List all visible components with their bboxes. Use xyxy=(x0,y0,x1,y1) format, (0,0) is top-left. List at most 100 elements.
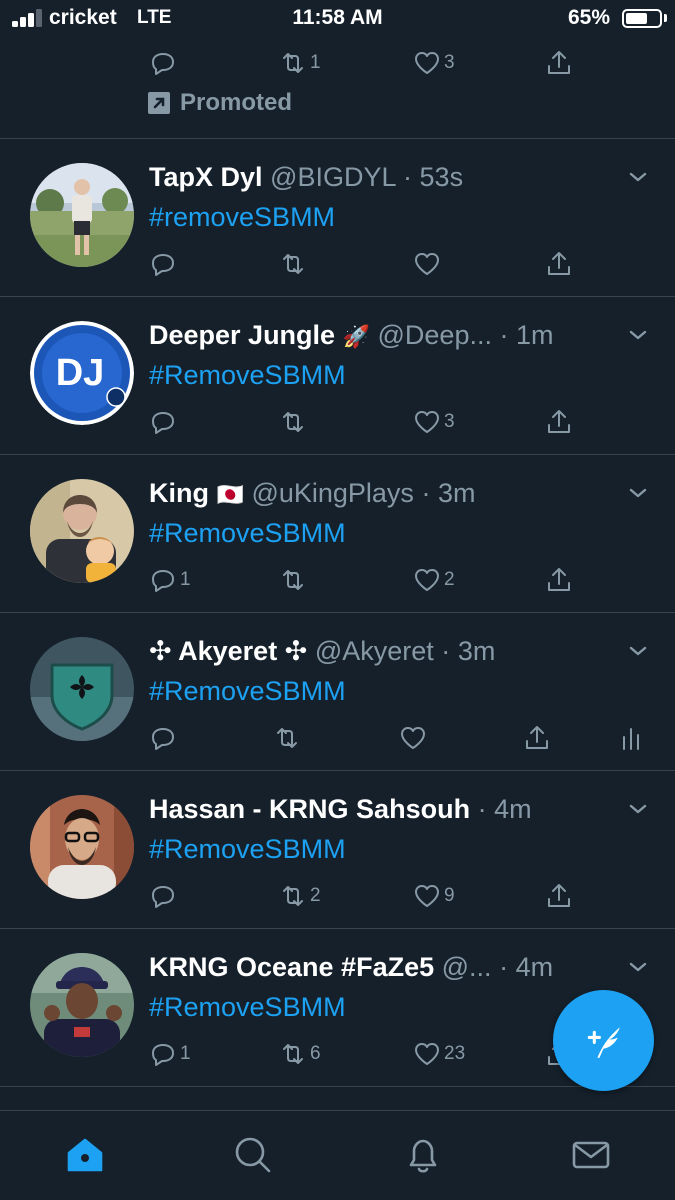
battery-level xyxy=(626,13,647,24)
chevron-down-icon[interactable] xyxy=(626,797,650,821)
like-button[interactable]: 2 xyxy=(412,563,455,597)
share-button[interactable] xyxy=(544,405,574,439)
chevron-down-icon[interactable] xyxy=(626,639,650,663)
user-handle[interactable]: @BIGDYL xyxy=(270,162,395,192)
like-button[interactable]: 23 xyxy=(412,1037,465,1071)
tweet-text-hashtag[interactable]: #RemoveSBMM xyxy=(149,357,346,393)
promoted-indicator: Promoted xyxy=(148,88,292,118)
share-button[interactable] xyxy=(544,879,574,913)
like-count: 2 xyxy=(444,569,455,590)
status-bar: cricket LTE 11:58 AM 65% xyxy=(0,0,675,36)
display-name[interactable]: TapX Dyl xyxy=(149,162,263,192)
like-button[interactable] xyxy=(412,247,444,281)
tweet-age: 3m xyxy=(457,636,496,666)
avatar[interactable] xyxy=(30,795,134,899)
retweet-button[interactable]: 1 xyxy=(278,46,321,80)
tweet-text-hashtag[interactable]: #removeSBMM xyxy=(149,199,335,235)
analytics-button[interactable] xyxy=(616,721,646,755)
japan-flag-emoji: 🇯🇵 xyxy=(216,482,244,507)
search-icon xyxy=(235,1137,271,1173)
tweet-age: 1m xyxy=(516,320,554,350)
user-handle[interactable]: @... xyxy=(442,952,492,982)
reply-button[interactable]: 1 xyxy=(148,1037,191,1071)
retweet-button[interactable]: 6 xyxy=(278,1037,321,1071)
tweet[interactable]: Hassan - KRNG Sahsouh · 4m #RemoveSBMM 2 xyxy=(0,771,675,929)
svg-text:DJ: DJ xyxy=(56,352,105,394)
reply-button[interactable]: 1 xyxy=(148,563,191,597)
retweet-button[interactable] xyxy=(278,563,310,597)
display-name[interactable]: King xyxy=(149,478,209,508)
like-count: 3 xyxy=(444,52,455,73)
display-name[interactable]: KRNG Oceane #FaZe5 xyxy=(149,952,434,982)
avatar[interactable] xyxy=(30,637,134,741)
retweet-arrows-icon xyxy=(283,254,303,274)
share-upload-icon xyxy=(548,51,570,74)
tweet-text-hashtag[interactable]: #RemoveSBMM xyxy=(149,831,346,867)
like-button[interactable]: 3 xyxy=(412,405,455,439)
share-button[interactable] xyxy=(544,46,574,80)
tweet[interactable]: ✣ Akyeret ✣ @Akyeret · 3m #RemoveSBMM xyxy=(0,613,675,771)
user-handle[interactable]: @Deep... xyxy=(378,320,492,350)
chevron-down-icon[interactable] xyxy=(626,165,650,189)
avatar[interactable] xyxy=(30,163,134,267)
share-button[interactable] xyxy=(522,721,552,755)
tweet-header: ✣ Akyeret ✣ @Akyeret · 3m xyxy=(149,636,496,666)
heart-icon xyxy=(401,727,425,749)
tab-home[interactable] xyxy=(63,1133,107,1177)
avatar[interactable] xyxy=(30,953,134,1057)
tab-notifications[interactable] xyxy=(401,1133,445,1177)
reply-button[interactable] xyxy=(148,46,180,80)
heart-icon xyxy=(415,885,439,907)
display-name[interactable]: Deeper Jungle xyxy=(149,320,335,350)
heart-icon xyxy=(415,253,439,275)
chevron-down-icon[interactable] xyxy=(626,481,650,505)
tweet-text-hashtag[interactable]: #RemoveSBMM xyxy=(149,989,346,1025)
tweet-text-hashtag[interactable]: #RemoveSBMM xyxy=(149,673,346,709)
retweet-button[interactable] xyxy=(272,721,304,755)
chevron-down-icon[interactable] xyxy=(626,323,650,347)
tweet-age: 4m xyxy=(515,952,554,982)
speech-bubble-icon xyxy=(152,1044,174,1066)
tweet-text-hashtag[interactable]: #RemoveSBMM xyxy=(149,515,346,551)
retweet-arrows-icon xyxy=(283,412,303,432)
user-handle[interactable]: @Akyeret xyxy=(315,636,434,666)
speech-bubble-icon xyxy=(152,412,174,434)
divider xyxy=(0,1086,675,1087)
display-name[interactable]: ✣ Akyeret ✣ xyxy=(149,636,307,666)
rocket-emoji: 🚀 xyxy=(342,324,370,349)
envelope-icon xyxy=(572,1141,610,1169)
retweet-arrows-icon xyxy=(283,570,303,590)
speech-bubble-icon xyxy=(152,728,174,750)
share-upload-icon xyxy=(548,410,570,433)
user-handle[interactable]: @uKingPlays xyxy=(251,478,414,508)
chevron-down-icon[interactable] xyxy=(626,955,650,979)
avatar[interactable]: DJ xyxy=(30,321,134,425)
avatar[interactable] xyxy=(30,479,134,583)
bottom-tab-bar xyxy=(0,1110,675,1200)
tweet[interactable]: King 🇯🇵 @uKingPlays · 3m #RemoveSBMM 1 2 xyxy=(0,455,675,613)
like-button[interactable]: 3 xyxy=(412,46,455,80)
retweet-button[interactable] xyxy=(278,405,310,439)
share-button[interactable] xyxy=(544,247,574,281)
retweet-button[interactable]: 2 xyxy=(278,879,321,913)
reply-button[interactable] xyxy=(148,721,180,755)
reply-count: 1 xyxy=(180,1043,191,1064)
compose-tweet-button[interactable] xyxy=(553,990,654,1091)
reply-button[interactable] xyxy=(148,247,180,281)
tweet-header: TapX Dyl @BIGDYL · 53s xyxy=(149,162,464,192)
tab-search[interactable] xyxy=(231,1133,275,1177)
retweet-button[interactable] xyxy=(278,247,310,281)
like-button[interactable] xyxy=(398,721,430,755)
share-button[interactable] xyxy=(544,563,574,597)
bell-icon xyxy=(409,1139,437,1173)
tweet[interactable]: TapX Dyl @BIGDYL · 53s #removeSBMM xyxy=(0,139,675,297)
reply-button[interactable] xyxy=(148,405,180,439)
heart-icon xyxy=(415,411,439,433)
like-button[interactable]: 9 xyxy=(412,879,455,913)
tweet[interactable]: DJ Deeper Jungle 🚀 @Deep... · 1m #Remove… xyxy=(0,297,675,455)
share-upload-icon xyxy=(526,726,548,749)
tab-messages[interactable] xyxy=(569,1133,613,1177)
reply-button[interactable] xyxy=(148,879,180,913)
display-name[interactable]: Hassan - KRNG Sahsouh xyxy=(149,794,470,824)
like-count: 9 xyxy=(444,885,455,906)
